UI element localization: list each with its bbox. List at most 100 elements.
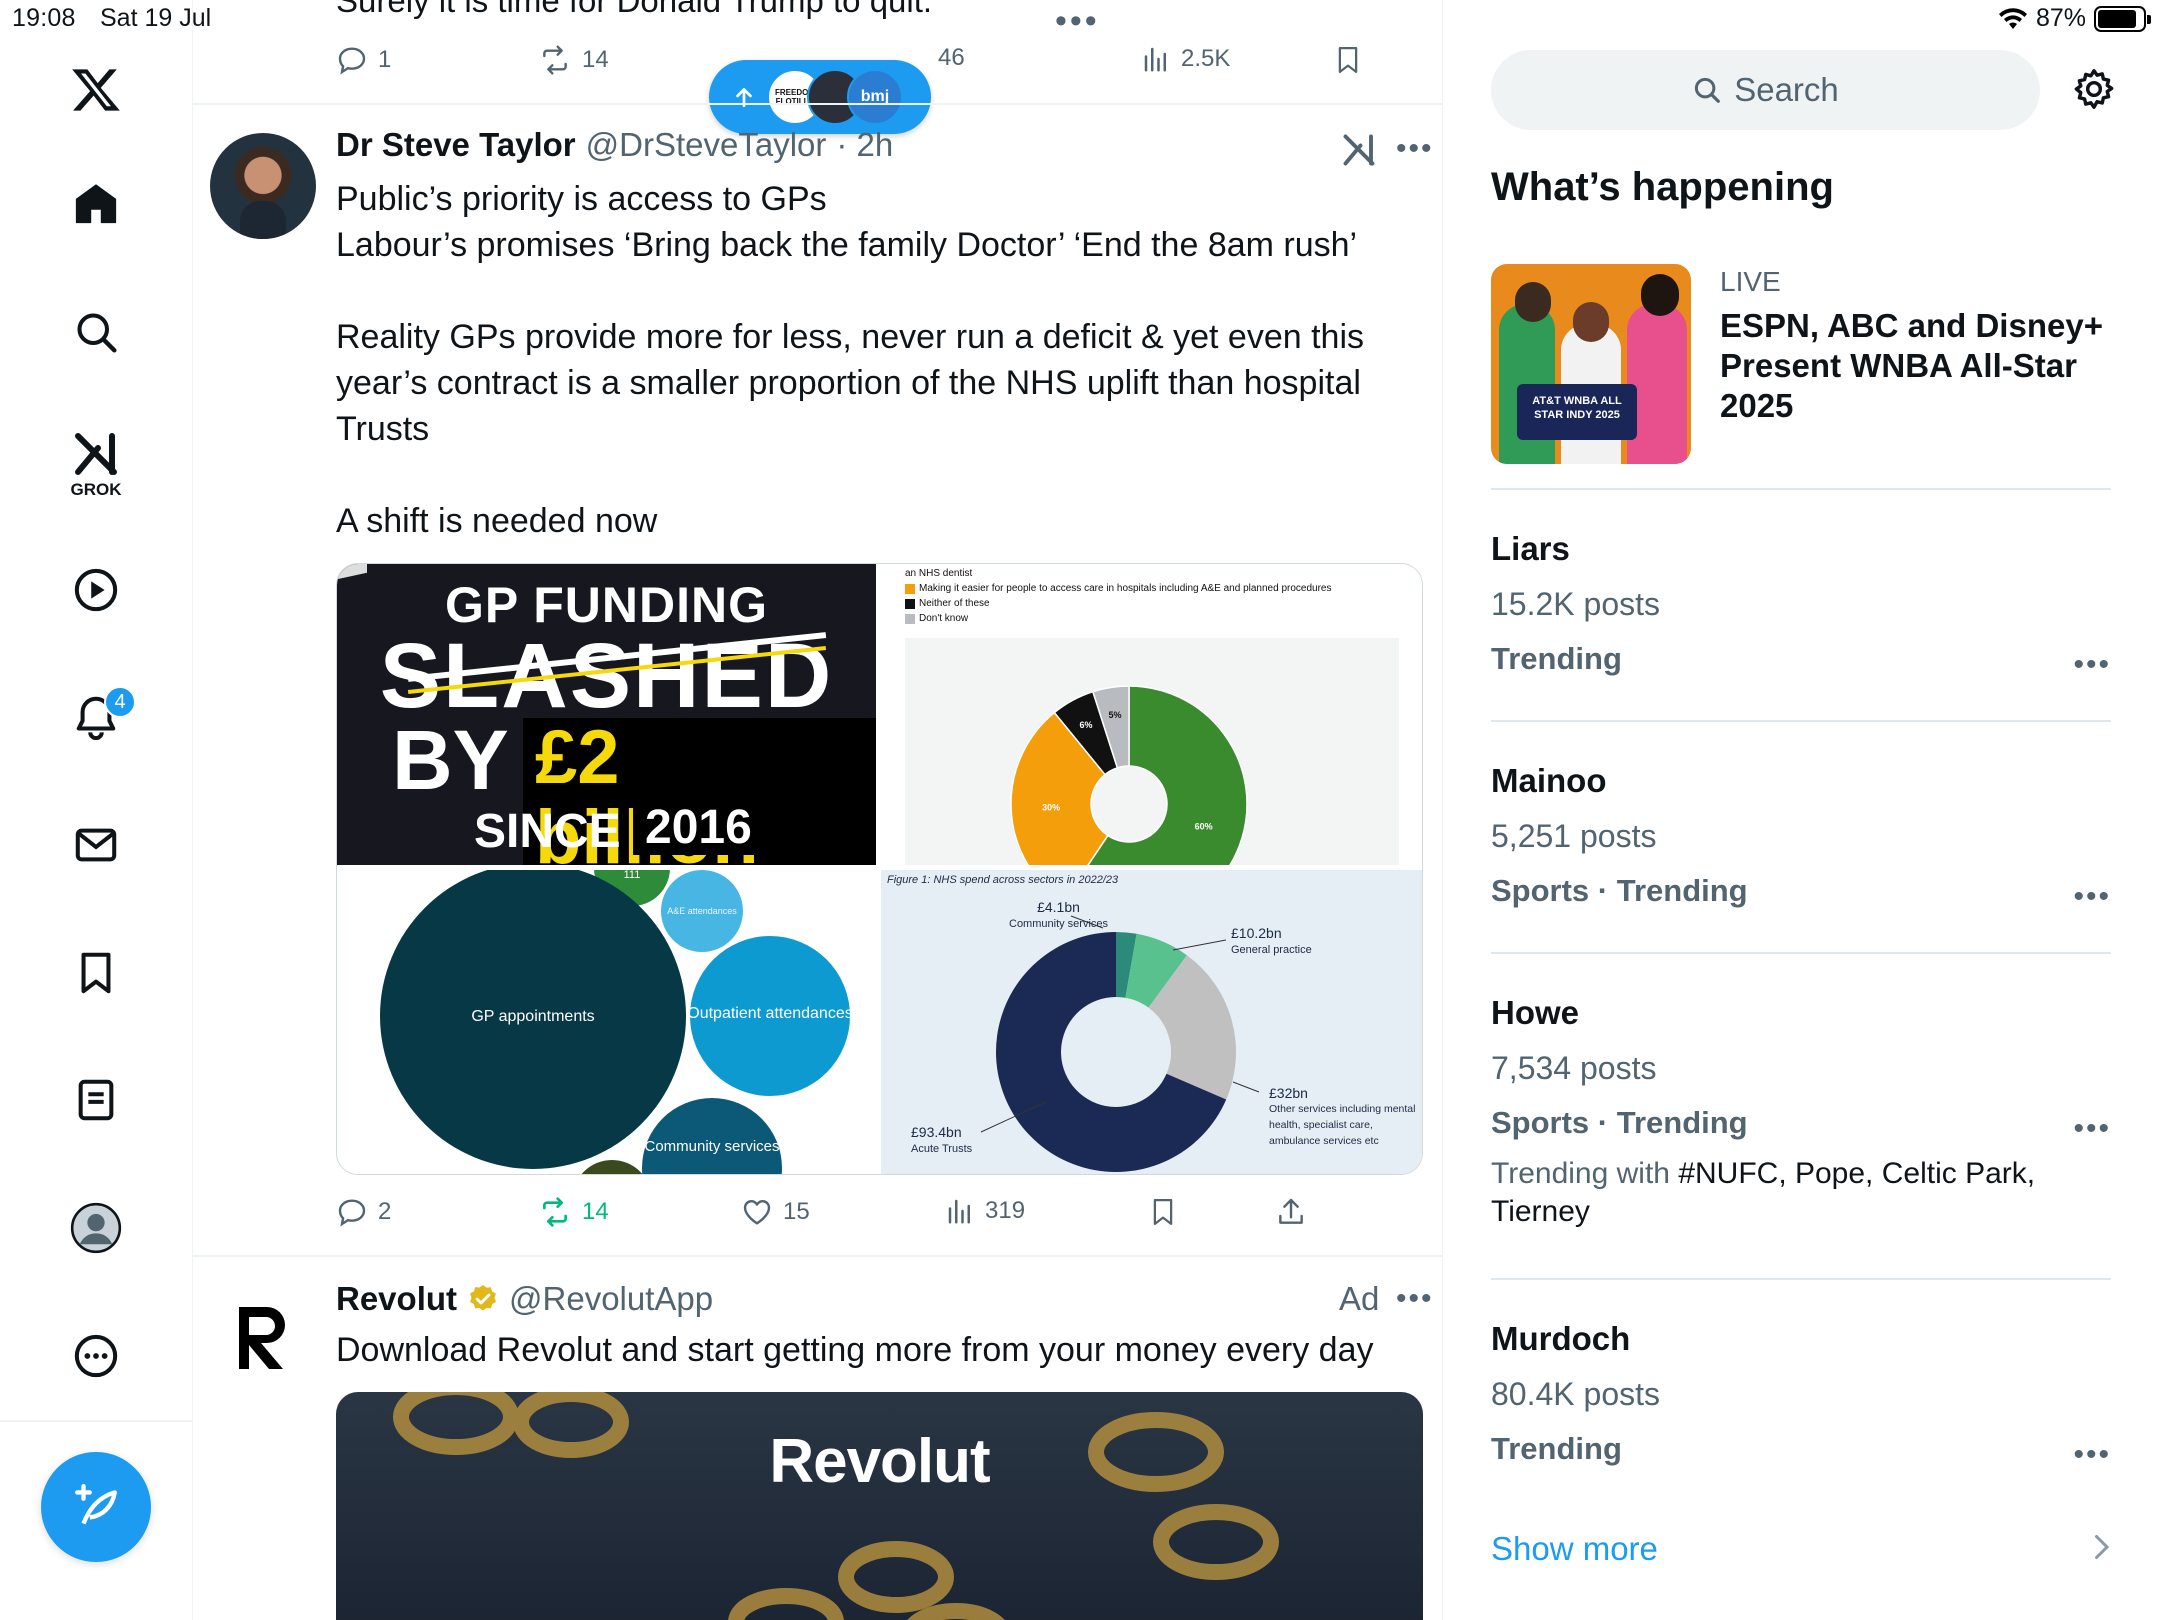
pull-handle-dots: ••• xyxy=(1055,2,1100,40)
trend-item-murdoch[interactable]: Murdoch 80.4K posts Trending ••• xyxy=(1491,1320,2111,1471)
tweet2-media[interactable]: Revolut xyxy=(336,1392,1423,1620)
tweet2-handle[interactable]: @RevolutApp xyxy=(509,1280,713,1318)
wnba-logo-text: AT&T WNBA ALL STAR INDY 2025 xyxy=(1517,384,1637,440)
revolut-logo-avatar[interactable] xyxy=(235,1303,295,1378)
settings-gear-icon[interactable] xyxy=(2071,66,2117,117)
label-community: £4.1bn Community services xyxy=(1009,900,1108,932)
tweet1-bookmark-button[interactable] xyxy=(1148,1196,1178,1228)
tweet1-more-icon[interactable]: ••• xyxy=(1396,132,1434,166)
tweet1-views-count: 319 xyxy=(985,1197,1026,1224)
bookmark-icon xyxy=(1153,1199,1173,1225)
profile-avatar[interactable] xyxy=(56,1188,136,1268)
x-logo-icon[interactable] xyxy=(56,50,136,130)
prev-tweet-text: Surely it is time for Donald Trump to qu… xyxy=(336,0,933,19)
featured-title[interactable]: ESPN, ABC and Disney+ Present WNBA All-S… xyxy=(1720,306,2120,426)
trend-item-howe[interactable]: Howe 7,534 posts Sports · Trending Trend… xyxy=(1491,994,2111,1231)
chevron-right-icon[interactable] xyxy=(2091,1532,2111,1567)
prev-views-button[interactable]: 2.5K xyxy=(1141,44,1230,74)
tweet1-avatar[interactable] xyxy=(210,133,316,239)
prev-repost-button[interactable]: 14 xyxy=(538,44,609,76)
bubble-outpatient-label: Outpatient attendances xyxy=(687,1005,852,1022)
media-bubble-chart[interactable]: 111 GP appointments A&E attendances Outp… xyxy=(337,870,876,1174)
trend-related-prefix: Trending with xyxy=(1491,1157,1679,1190)
bookmark-icon xyxy=(1338,47,1358,73)
donut-chart: 60% 30% 6% 5% xyxy=(1010,685,1248,865)
lists-icon[interactable] xyxy=(56,1060,136,1140)
reply-icon xyxy=(338,1199,366,1227)
donut-slice-label: 5% xyxy=(1109,710,1122,720)
tweet2-text: Download Revolut and start getting more … xyxy=(336,1331,1374,1369)
revolut-brand-text: Revolut xyxy=(769,1427,990,1496)
media-nhs-spend[interactable]: Figure 1: NHS spend across sectors in 20… xyxy=(881,870,1422,1174)
trend-post-count: 15.2K posts xyxy=(1491,586,1660,622)
bubble-community xyxy=(642,1098,782,1174)
legend-item: Making it easier for people to access ca… xyxy=(905,581,1331,596)
tweet1-media-grid[interactable]: GP FUNDING SLASHED BY £2 billion SINCE 2… xyxy=(336,563,1423,1175)
trend-meta: Sports · Trending xyxy=(1491,1105,1748,1140)
right-sidebar: Search What’s happening AT&T WNBA ALL ST… xyxy=(1443,0,2160,1620)
media-gp-funding[interactable]: GP FUNDING SLASHED BY £2 billion SINCE 2… xyxy=(337,564,876,865)
label-gp-desc: General practice xyxy=(1231,944,1312,956)
tweet1-reply-button[interactable]: 2 xyxy=(336,1196,391,1228)
legend-item: an NHS dentist xyxy=(905,566,1331,581)
heart-icon xyxy=(743,1200,771,1225)
bubble-ae-label: A&E attendances xyxy=(667,906,737,916)
trend-divider xyxy=(1491,1278,2111,1280)
search-icon[interactable] xyxy=(56,292,136,372)
tweet2-author-name[interactable]: Revolut xyxy=(336,1280,457,1318)
media-pie-survey[interactable]: an NHS dentist Making it easier for peop… xyxy=(881,564,1422,865)
home-icon[interactable] xyxy=(56,164,136,244)
featured-thumbnail[interactable]: AT&T WNBA ALL STAR INDY 2025 xyxy=(1491,264,1691,464)
repost-icon xyxy=(543,45,567,75)
trend-item-liars[interactable]: Liars 15.2K posts Trending ••• xyxy=(1491,530,2111,681)
pill-avatar-bmj: bmj xyxy=(847,69,903,125)
trend-item-mainoo[interactable]: Mainoo 5,251 posts Sports · Trending ••• xyxy=(1491,762,2111,913)
trend-related: Trending with #NUFC, Pope, Celtic Park, … xyxy=(1491,1155,2111,1231)
tweet1-handle[interactable]: @DrSteveTaylor xyxy=(586,126,827,164)
search-icon xyxy=(1695,77,1721,103)
tweet2-more-icon[interactable]: ••• xyxy=(1396,1282,1434,1316)
tweet1-like-button[interactable]: 15 xyxy=(741,1196,810,1228)
more-icon[interactable] xyxy=(56,1316,136,1396)
trend-more-icon[interactable]: ••• xyxy=(2073,1112,2111,1146)
label-community-desc: Community services xyxy=(1009,918,1109,930)
arrow-up-icon xyxy=(736,88,752,108)
tweet-divider xyxy=(193,1255,1442,1257)
search-placeholder: Search xyxy=(1734,71,1839,108)
new-posts-pill[interactable]: FREEDOM FLOTILLA bmj xyxy=(709,60,931,134)
prev-reply-button[interactable]: 1 xyxy=(336,44,391,76)
grok-icon[interactable]: GROK xyxy=(56,420,136,510)
tweet1-text: Public’s priority is access to GPs Labou… xyxy=(336,180,1365,540)
compose-button[interactable] xyxy=(41,1452,151,1562)
gp-funding-year: 2016 xyxy=(633,800,764,855)
bookmarks-icon[interactable] xyxy=(56,933,136,1013)
trend-more-icon[interactable]: ••• xyxy=(2073,880,2111,914)
video-icon[interactable] xyxy=(56,550,136,630)
trend-name: Howe xyxy=(1491,994,1580,1031)
trend-more-icon[interactable]: ••• xyxy=(2073,648,2111,682)
show-more-link[interactable]: Show more xyxy=(1491,1530,1658,1568)
search-input[interactable]: Search xyxy=(1491,50,2040,130)
tweet1-author-name[interactable]: Dr Steve Taylor xyxy=(336,126,576,164)
messages-icon[interactable] xyxy=(56,805,136,885)
legend-swatch xyxy=(905,613,915,624)
tweet1-like-count: 15 xyxy=(783,1198,810,1225)
legend-swatch xyxy=(905,598,915,609)
prev-bookmark-button[interactable] xyxy=(1333,44,1363,76)
label-general-practice: £10.2bn General practice xyxy=(1231,926,1312,958)
bubble-111-label: 111 xyxy=(624,870,641,881)
label-other-amount: £32bn xyxy=(1269,1085,1308,1101)
trend-meta: Sports · Trending xyxy=(1491,873,1748,908)
legend-item-text: an NHS dentist xyxy=(905,568,973,579)
tweet1-views-button[interactable]: 319 xyxy=(945,1196,1025,1226)
gp-funding-by: BY xyxy=(392,713,509,807)
label-acute: £93.4bn Acute Trusts xyxy=(911,1125,972,1157)
tweet1-time[interactable]: · 2h xyxy=(836,126,893,164)
left-nav: GROK 4 xyxy=(0,0,193,1620)
tweet1-repost-button[interactable]: 14 xyxy=(538,1196,609,1228)
label-acute-desc: Acute Trusts xyxy=(911,1143,973,1155)
tweet1-share-button[interactable] xyxy=(1275,1196,1307,1228)
views-icon xyxy=(948,1199,970,1224)
grok-explain-icon[interactable] xyxy=(1341,132,1377,173)
trend-more-icon[interactable]: ••• xyxy=(2073,1438,2111,1472)
